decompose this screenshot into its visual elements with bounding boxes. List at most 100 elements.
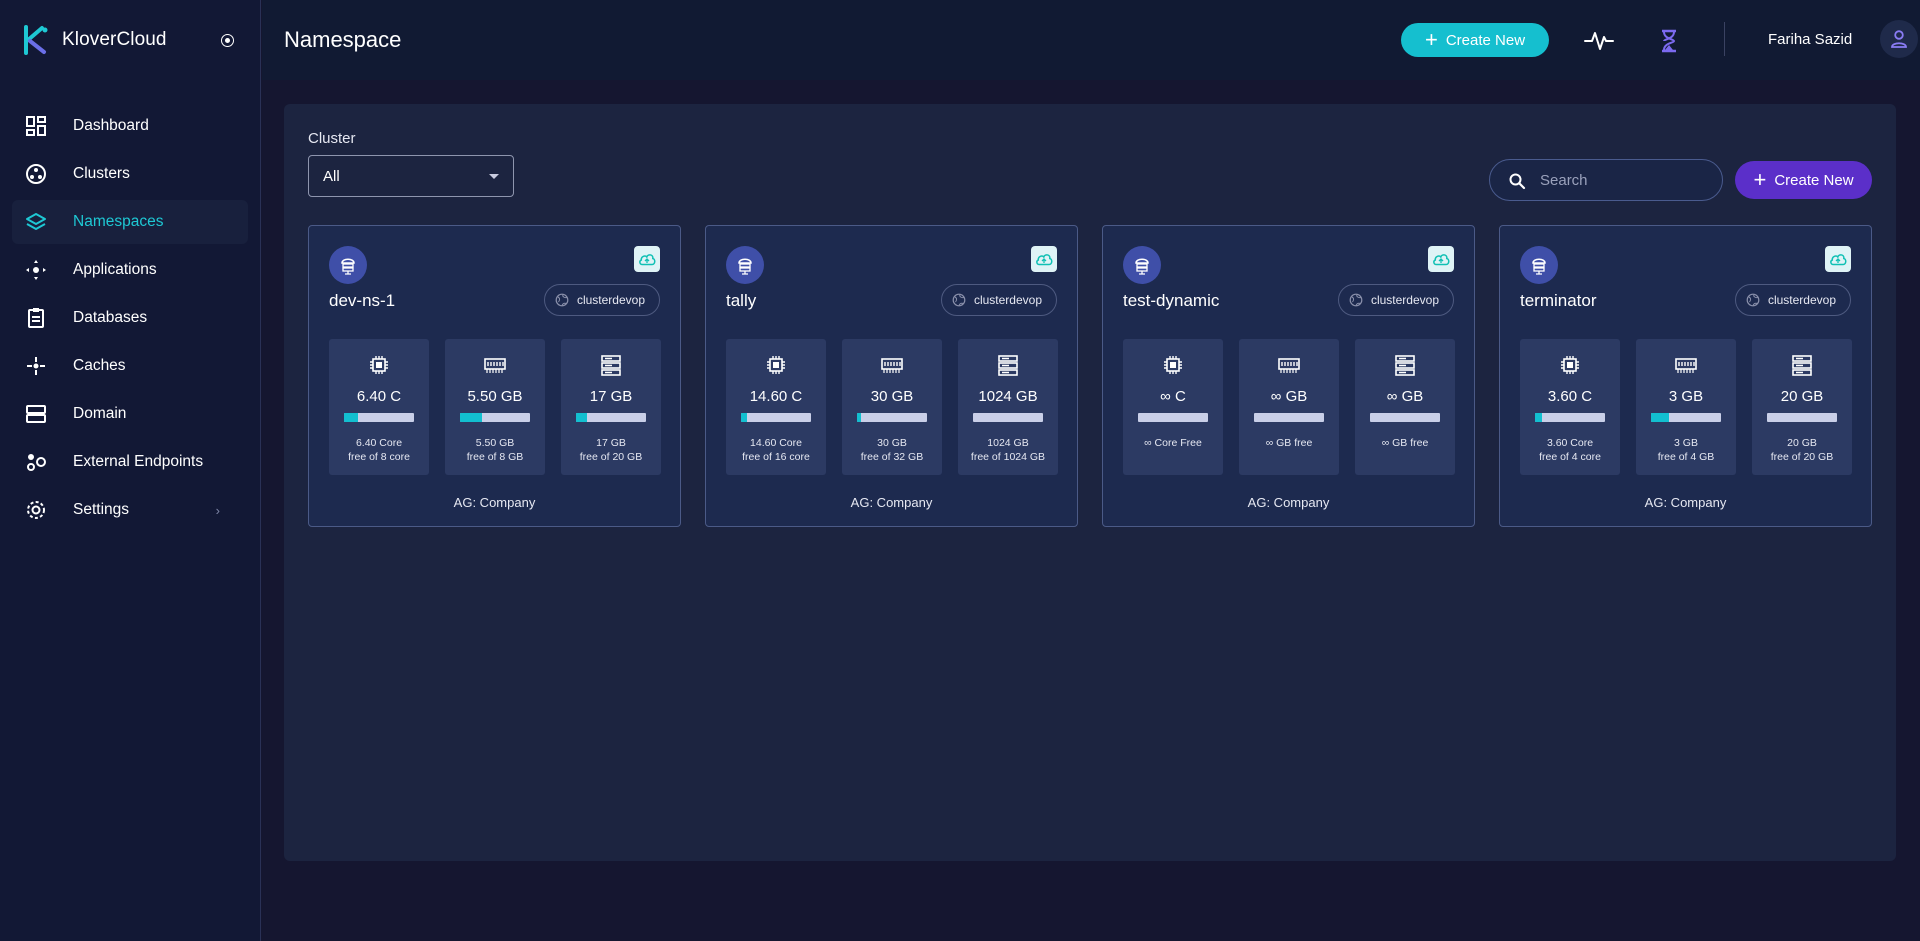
globe-icon: [1349, 293, 1363, 307]
metric-caption-line1: 14.60 Core: [750, 437, 802, 449]
namespace-avatar: [1123, 246, 1161, 284]
sidebar-item-clusters[interactable]: Clusters: [12, 152, 248, 196]
usage-bar-fill: [741, 413, 748, 422]
storage-icon: [1394, 354, 1416, 376]
sidebar: KloverCloud Dashboard Clusters Namespace…: [0, 0, 261, 941]
resource-metric: ∞ GB ∞ GB free: [1239, 339, 1339, 475]
activity-icon[interactable]: [1584, 27, 1614, 53]
cpu-icon: [1162, 354, 1184, 376]
create-new-header-button[interactable]: + Create New: [1401, 23, 1549, 57]
search-input[interactable]: [1540, 160, 1710, 200]
namespace-card[interactable]: tally clusterdevop 14.60 C 14.60 Core free o…: [705, 225, 1078, 527]
metric-caption-line2: free of 1024 GB: [970, 451, 1046, 463]
memory-icon: [484, 354, 506, 376]
access-group-label: AG: Company: [1644, 495, 1727, 510]
metric-value: 5.50 GB: [467, 388, 523, 405]
usage-bar: [857, 413, 927, 422]
metric-caption: 5.50 GB free of 8 GB: [445, 436, 545, 464]
resource-metrics: 14.60 C 14.60 Core free of 16 core 30 GB 30 …: [726, 339, 1058, 475]
chevron-right-icon: ›: [215, 502, 220, 518]
resource-metric: 1024 GB 1024 GB free of 1024 GB: [958, 339, 1058, 475]
metric-caption: 3 GB free of 4 GB: [1636, 436, 1736, 464]
usage-bar: [741, 413, 811, 422]
cloud-upload-icon[interactable]: [1031, 246, 1057, 272]
cluster-chip[interactable]: clusterdevop: [1734, 284, 1851, 316]
domain-icon: [25, 403, 47, 425]
metric-caption: ∞ GB free: [1355, 436, 1455, 450]
search-icon: [1509, 173, 1526, 190]
header-divider: [1724, 22, 1725, 56]
clusters-icon: [25, 163, 47, 185]
cluster-select[interactable]: All: [308, 155, 514, 197]
resource-metric: 17 GB 17 GB free of 20 GB: [561, 339, 661, 475]
hourglass-icon[interactable]: [1660, 29, 1678, 53]
create-new-label: Create New: [1774, 171, 1854, 189]
resource-metric: 20 GB 20 GB free of 20 GB: [1752, 339, 1852, 475]
sidebar-item-label: Applications: [73, 261, 157, 278]
namespace-avatar: [1520, 246, 1558, 284]
sidebar-item-domain[interactable]: Domain: [12, 392, 248, 436]
metric-value: ∞ GB: [1386, 388, 1424, 405]
sidebar-toggle-icon[interactable]: [221, 34, 234, 47]
create-new-namespace-button[interactable]: + Create New: [1735, 161, 1872, 199]
usage-bar: [1254, 413, 1324, 422]
resource-metrics: ∞ C ∞ Core Free ∞ GB ∞ GB free ∞ GB ∞ GB free: [1123, 339, 1455, 475]
usage-bar: [1651, 413, 1721, 422]
metric-caption-line1: 1024 GB: [987, 437, 1029, 449]
resource-metric: 14.60 C 14.60 Core free of 16 core: [726, 339, 826, 475]
cloud-upload-icon[interactable]: [634, 246, 660, 272]
namespaces-icon: [25, 211, 47, 233]
metric-caption-line1: ∞ GB free: [1265, 437, 1313, 449]
metric-value: 3.60 C: [1547, 388, 1593, 405]
cluster-chip[interactable]: clusterdevop: [940, 284, 1057, 316]
metric-caption-line2: free of 16 core: [742, 451, 810, 463]
app-name: KloverCloud: [62, 29, 167, 50]
storage-icon: [1791, 354, 1813, 376]
namespace-card[interactable]: dev-ns-1 clusterdevop 6.40 C 6.40 Core free …: [308, 225, 681, 527]
sidebar-item-applications[interactable]: Applications: [12, 248, 248, 292]
metric-caption-line1: 3.60 Core: [1546, 437, 1594, 449]
metric-caption: 1024 GB free of 1024 GB: [958, 436, 1058, 464]
cluster-chip[interactable]: clusterdevop: [543, 284, 660, 316]
brand[interactable]: KloverCloud: [22, 24, 167, 56]
metric-caption: ∞ GB free: [1239, 436, 1339, 450]
usage-bar-fill: [344, 413, 358, 422]
namespace-server-icon: [1532, 258, 1546, 275]
cluster-chip[interactable]: clusterdevop: [1337, 284, 1454, 316]
sidebar-item-caches[interactable]: Caches: [12, 344, 248, 388]
cloud-upload-icon[interactable]: [1825, 246, 1851, 272]
sidebar-item-dashboard[interactable]: Dashboard: [12, 104, 248, 148]
sidebar-item-settings[interactable]: Settings ›: [12, 488, 248, 532]
metric-caption: 30 GB free of 32 GB: [842, 436, 942, 464]
resource-metric: 6.40 C 6.40 Core free of 8 core: [329, 339, 429, 475]
resource-metric: 30 GB 30 GB free of 32 GB: [842, 339, 942, 475]
user-name: Fariha Sazid: [1768, 31, 1853, 48]
metric-caption-line1: 6.40 Core: [355, 437, 403, 449]
usage-bar-fill: [460, 413, 482, 422]
sidebar-item-external-endpoints[interactable]: External Endpoints: [12, 440, 248, 484]
resource-metrics: 6.40 C 6.40 Core free of 8 core 5.50 GB 5.50…: [329, 339, 661, 475]
sidebar-item-label: Namespaces: [73, 213, 164, 230]
metric-value: 17 GB: [589, 388, 633, 405]
globe-icon: [1746, 293, 1760, 307]
settings-icon: [25, 499, 47, 521]
metric-value: 3 GB: [1668, 388, 1704, 405]
usage-bar: [576, 413, 646, 422]
cpu-icon: [765, 354, 787, 376]
memory-icon: [1675, 354, 1697, 376]
usage-bar: [1138, 413, 1208, 422]
metric-caption: ∞ Core Free: [1123, 436, 1223, 450]
metric-value: 20 GB: [1780, 388, 1824, 405]
namespace-name: test-dynamic: [1123, 291, 1220, 310]
namespace-server-icon: [1135, 258, 1149, 275]
sidebar-item-namespaces[interactable]: Namespaces: [12, 200, 248, 244]
cloud-upload-icon[interactable]: [1428, 246, 1454, 272]
sidebar-item-databases[interactable]: Databases: [12, 296, 248, 340]
plus-icon: +: [1753, 167, 1767, 192]
namespace-card[interactable]: terminator clusterdevop 3.60 C 3.60 Core fre…: [1499, 225, 1872, 527]
usage-bar: [1535, 413, 1605, 422]
sidebar-nav: Dashboard Clusters Namespaces Applicatio…: [12, 104, 248, 536]
namespace-card[interactable]: test-dynamic clusterdevop ∞ C ∞ Core Free ∞ …: [1102, 225, 1475, 527]
sidebar-item-label: Databases: [73, 309, 148, 326]
user-avatar[interactable]: [1880, 20, 1918, 58]
